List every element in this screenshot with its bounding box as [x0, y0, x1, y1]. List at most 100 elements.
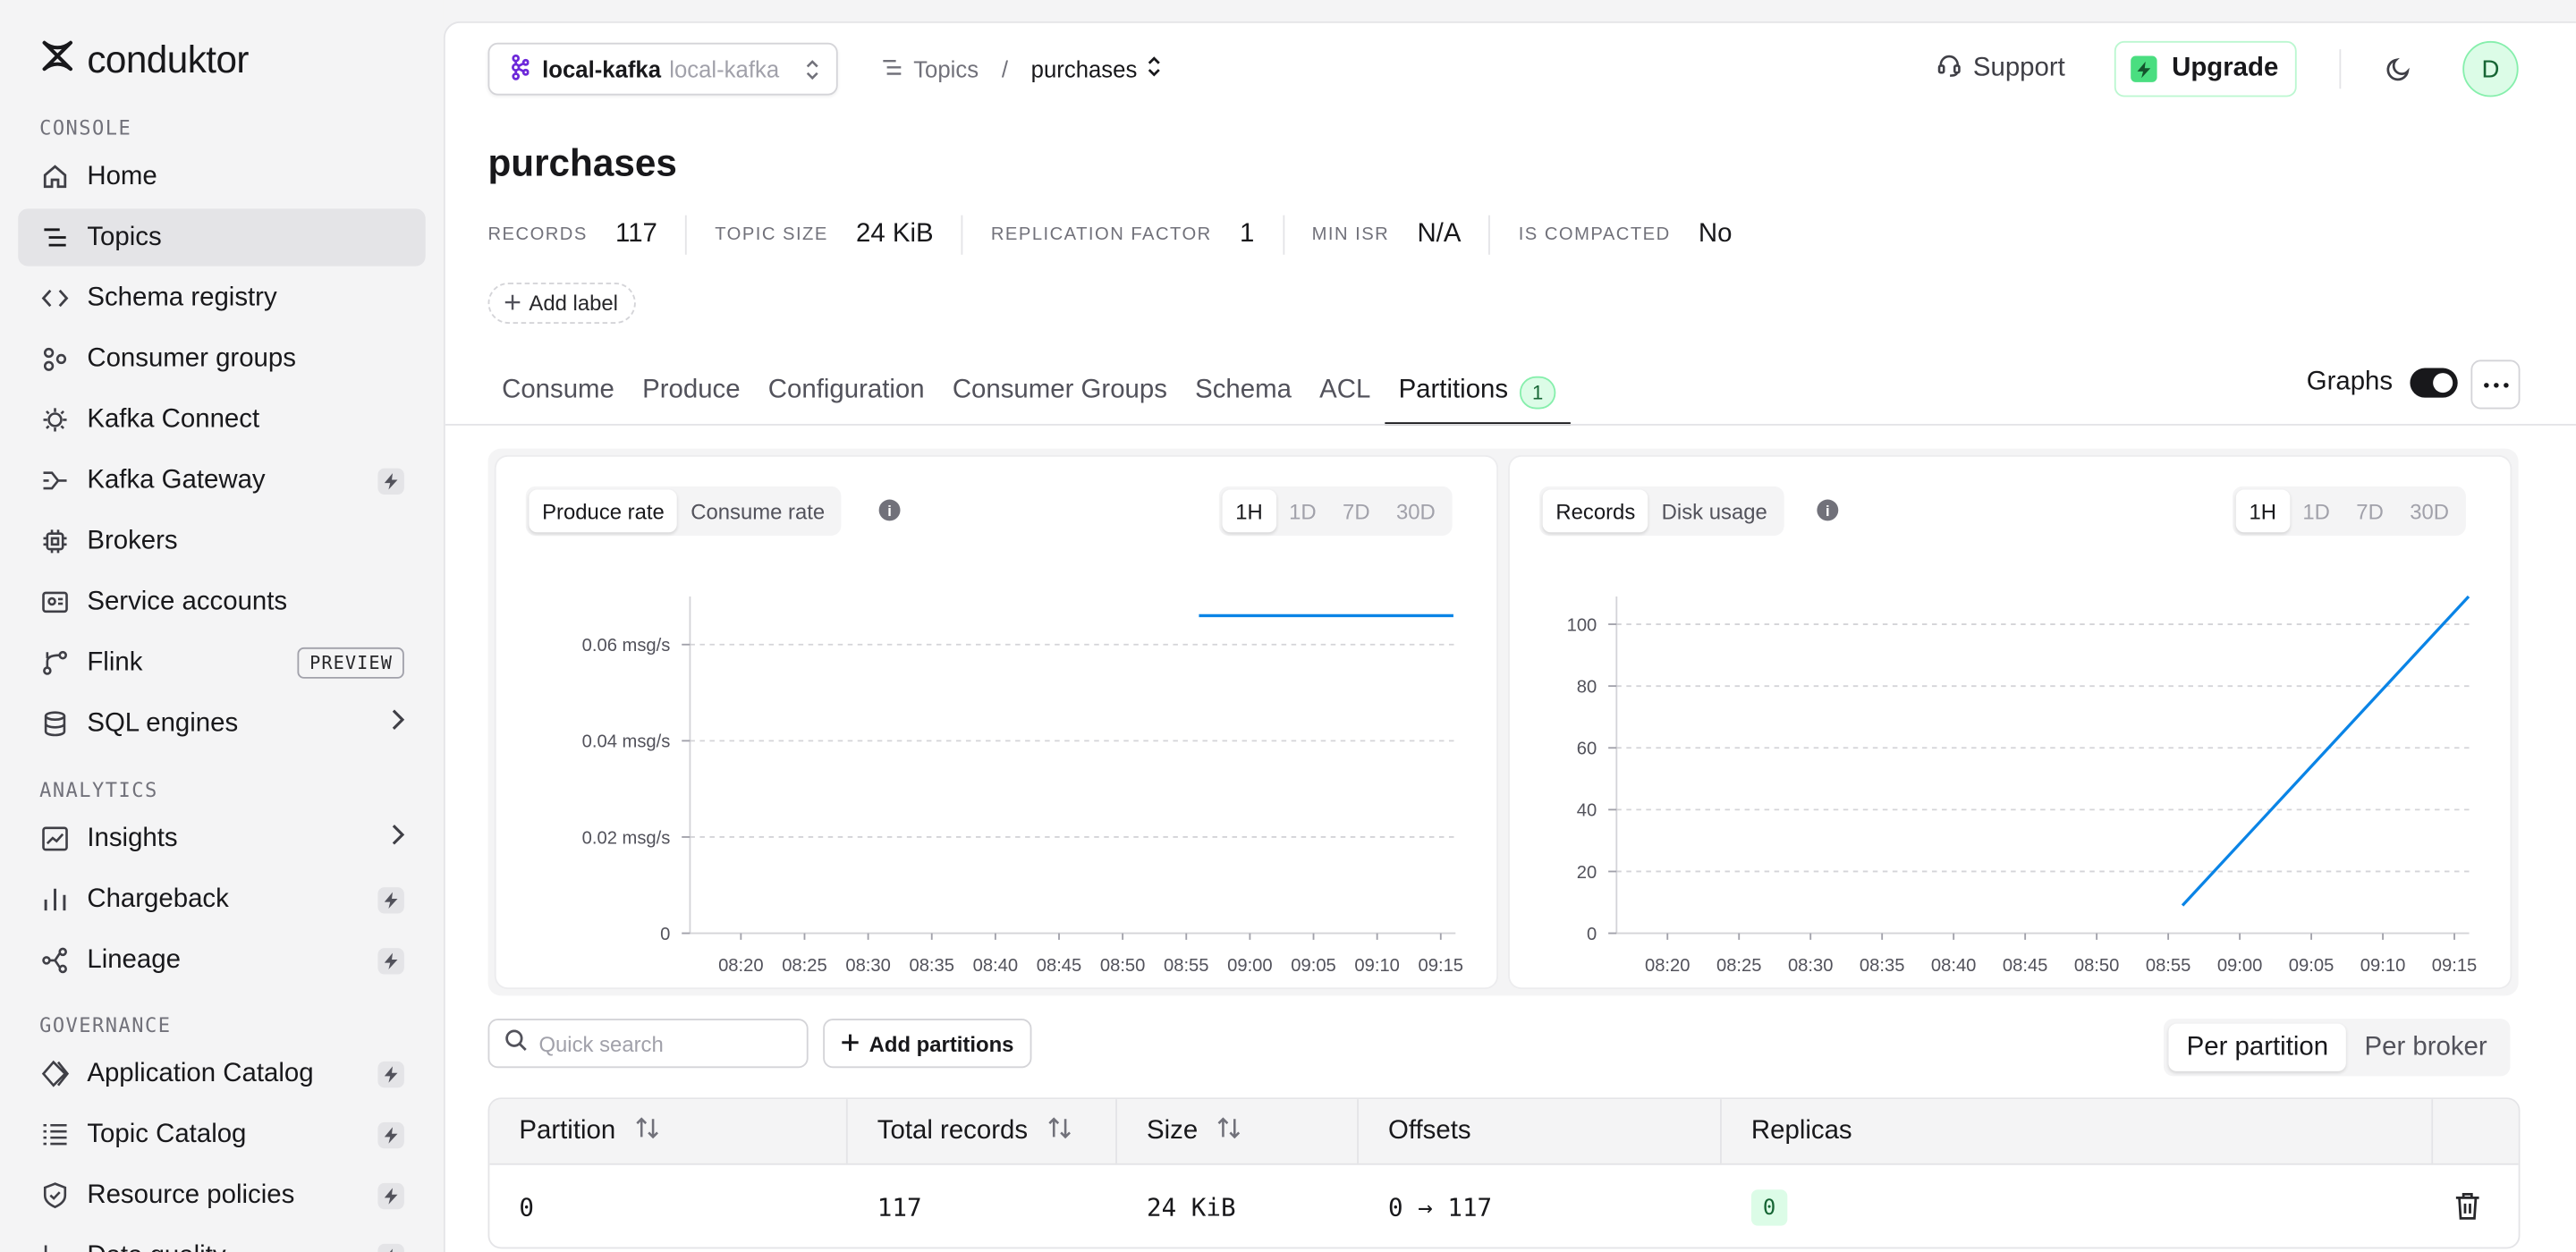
main-panel: local-kafka local-kafka Topics / purchas… — [443, 21, 2576, 1252]
stat-label: TOPIC SIZE — [715, 224, 828, 245]
view-mode-selector: Per partition Per broker — [2163, 1019, 2511, 1077]
more-dot — [2493, 382, 2498, 387]
support-label: Support — [1972, 54, 2065, 82]
x-tick-label: 08:50 — [2074, 956, 2120, 976]
topics-icon — [880, 55, 903, 83]
search-input[interactable] — [538, 1030, 785, 1056]
header-divider — [2339, 49, 2342, 89]
sidebar-item-label: Service accounts — [87, 587, 288, 616]
cluster-selector[interactable]: local-kafka local-kafka — [487, 42, 838, 96]
x-tick-label: 08:50 — [1100, 956, 1146, 976]
more-dot — [2503, 382, 2508, 387]
tab-partitions[interactable]: Partitions 1 — [1384, 368, 1570, 426]
cluster-name: local-kafka — [542, 55, 662, 82]
moon-icon[interactable] — [2385, 55, 2411, 90]
cluster-icon — [509, 53, 530, 85]
sidebar-item-sql-engines[interactable]: SQL engines — [18, 695, 426, 752]
graphs-toggle-group: Graphs — [2307, 368, 2459, 398]
sidebar-item-label: Brokers — [87, 526, 178, 555]
breadcrumb-topics-link[interactable]: Topics — [913, 55, 979, 81]
stat-value: No — [1698, 220, 1733, 249]
sidebar-item-brokers[interactable]: Brokers — [18, 512, 426, 570]
upgrade-button[interactable]: Upgrade — [2114, 40, 2297, 97]
add-partitions-button[interactable]: Add partitions — [823, 1019, 1032, 1069]
per-broker-option[interactable]: Per broker — [2346, 1024, 2505, 1071]
column-replicas: Replicas — [1722, 1099, 2434, 1165]
sidebar-item-chargeback[interactable]: Chargeback — [18, 871, 426, 928]
x-tick-label: 08:35 — [909, 956, 954, 976]
breadcrumb-current-topic[interactable]: purchases — [1031, 55, 1138, 81]
y-tick-label: 0.06 msg/s — [582, 636, 671, 656]
bolt-icon — [377, 1121, 404, 1148]
sort-icon[interactable] — [1217, 1117, 1241, 1146]
sidebar-item-flink[interactable]: Flink PREVIEW — [18, 634, 426, 691]
stat-min-isr: MIN ISR N/A — [1311, 215, 1519, 255]
cluster-id: local-kafka — [669, 55, 780, 82]
home-icon — [39, 162, 69, 191]
stat-is-compacted: IS COMPACTED No — [1519, 220, 1733, 250]
tab-schema[interactable]: Schema — [1182, 368, 1306, 426]
graphs-toggle[interactable] — [2411, 368, 2459, 398]
more-options-button[interactable] — [2470, 360, 2521, 410]
sidebar-item-service-accounts[interactable]: Service accounts — [18, 573, 426, 630]
sort-icon[interactable] — [1047, 1117, 1071, 1146]
sort-icon[interactable] — [635, 1117, 658, 1146]
sidebar-item-label: Kafka Connect — [87, 404, 260, 434]
topics-icon — [39, 223, 69, 252]
sidebar-item-resource-policies[interactable]: Resource policies — [18, 1166, 426, 1223]
tab-consume[interactable]: Consume — [487, 368, 628, 426]
sidebar-item-lineage[interactable]: Lineage — [18, 932, 426, 989]
cell-total-records: 117 — [877, 1192, 922, 1222]
sidebar-item-schema-registry[interactable]: Schema registry — [18, 269, 426, 326]
x-tick-label: 08:30 — [845, 956, 891, 976]
column-size[interactable]: Size — [1117, 1099, 1359, 1165]
support-button[interactable]: Support — [1936, 51, 2065, 87]
tab-consumer-groups[interactable]: Consumer Groups — [938, 368, 1181, 426]
sidebar-item-topic-catalog[interactable]: Topic Catalog — [18, 1106, 426, 1163]
stat-label: MIN ISR — [1311, 224, 1390, 245]
stat-records: RECORDS 117 — [487, 215, 715, 255]
add-label-button[interactable]: Add label — [487, 283, 636, 324]
avatar[interactable]: D — [2462, 40, 2519, 97]
trash-icon[interactable] — [2454, 1191, 2480, 1229]
column-label: Size — [1147, 1117, 1199, 1146]
column-total-records[interactable]: Total records — [848, 1099, 1117, 1165]
sidebar-item-kafka-gateway[interactable]: Kafka Gateway — [18, 452, 426, 509]
x-tick-label: 09:10 — [2360, 956, 2406, 976]
sidebar-item-label: Topic Catalog — [87, 1120, 247, 1148]
bolt-icon — [377, 467, 404, 495]
records-chart: 0 20 40 60 80 100 08:20 08:25 08:30 08:35 08:40 08:… — [1567, 595, 2477, 976]
sidebar-item-label: Insights — [87, 824, 178, 852]
table-row[interactable]: 0 117 24 KiB 0 → 117 0 — [489, 1166, 2518, 1247]
sidebar-item-data-quality[interactable]: Data quality — [18, 1227, 426, 1252]
tab-produce[interactable]: Produce — [629, 368, 755, 426]
per-partition-option[interactable]: Per partition — [2168, 1023, 2347, 1071]
sidebar-item-kafka-connect[interactable]: Kafka Connect — [18, 391, 426, 448]
sidebar-item-home[interactable]: Home — [18, 148, 426, 205]
x-tick-label: 09:15 — [1419, 956, 1464, 976]
chevron-up-down-icon[interactable] — [1147, 55, 1162, 81]
topic-stats: RECORDS 117 TOPIC SIZE 24 KiB REPLICATION … — [487, 215, 1733, 255]
y-tick-label: 0 — [660, 925, 670, 944]
logo[interactable]: conduktor — [39, 36, 249, 81]
lineage-icon — [39, 945, 69, 975]
sidebar-item-topics[interactable]: Topics — [18, 208, 426, 266]
column-partition[interactable]: Partition — [489, 1099, 848, 1165]
quick-search[interactable] — [487, 1019, 809, 1069]
tab-configuration[interactable]: Configuration — [754, 368, 938, 426]
sidebar-item-label: Consumer groups — [87, 343, 296, 373]
chip-icon — [39, 527, 69, 556]
tab-acl[interactable]: ACL — [1306, 368, 1385, 426]
column-label: Partition — [519, 1117, 616, 1146]
connect-icon — [39, 405, 69, 435]
topic-tabs: Consume Produce Configuration Consumer G… — [487, 368, 1570, 426]
sidebar-item-application-catalog[interactable]: Application Catalog — [18, 1045, 426, 1103]
list-icon — [39, 1120, 69, 1149]
sidebar-item-insights[interactable]: Insights — [18, 810, 426, 867]
cell-offsets: 0 → 117 — [1388, 1192, 1493, 1222]
stat-value: N/A — [1417, 220, 1462, 249]
y-tick-label: 80 — [1577, 677, 1597, 697]
column-label: Offsets — [1388, 1117, 1471, 1146]
tab-label: Partitions — [1398, 376, 1509, 404]
sidebar-item-consumer-groups[interactable]: Consumer groups — [18, 330, 426, 387]
